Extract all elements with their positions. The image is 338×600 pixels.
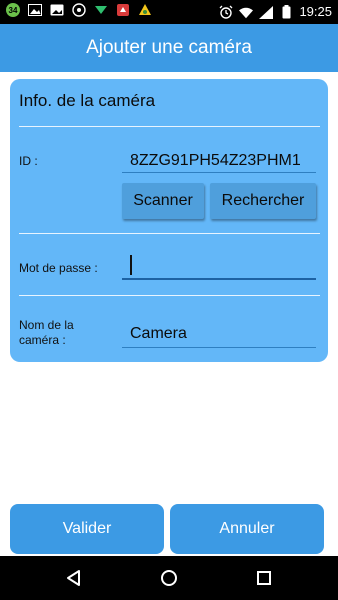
page-title: Ajouter une caméra xyxy=(86,37,252,58)
divider xyxy=(19,126,320,127)
notification-count-badge: 34 xyxy=(6,3,20,17)
app-icon-red xyxy=(116,3,130,17)
app-bar: Ajouter une caméra xyxy=(0,24,338,72)
navigation-bar xyxy=(0,556,338,600)
id-label: ID : xyxy=(19,154,38,168)
scan-button[interactable]: Scanner xyxy=(122,183,204,219)
camera-info-panel: Info. de la caméra ID : 8ZZG91PH54Z23PHM… xyxy=(10,79,328,362)
cancel-button[interactable]: Annuler xyxy=(170,504,324,554)
camera-name-field[interactable]: Camera xyxy=(122,322,316,348)
password-field[interactable] xyxy=(122,250,316,280)
password-label: Mot de passe : xyxy=(19,261,98,275)
search-button[interactable]: Rechercher xyxy=(210,183,316,219)
signal-icon xyxy=(259,5,274,19)
battery-icon xyxy=(279,5,293,19)
picture-icon xyxy=(28,3,42,17)
status-bar-notifications: 34 xyxy=(6,3,152,17)
notification-count: 34 xyxy=(6,3,20,17)
clock-time: 19:25 xyxy=(299,4,332,19)
validate-button[interactable]: Valider xyxy=(10,504,164,554)
status-bar: 34 19:25 xyxy=(0,0,338,24)
recent-apps-icon[interactable] xyxy=(254,568,274,588)
chat-icon xyxy=(72,3,86,17)
id-field[interactable]: 8ZZG91PH54Z23PHM1 xyxy=(122,151,316,173)
alarm-icon xyxy=(219,5,233,19)
image-icon xyxy=(50,3,64,17)
app-icon-yellow xyxy=(138,3,152,17)
camera-name-label-line2: caméra : xyxy=(19,333,66,347)
text-cursor xyxy=(130,255,132,275)
camera-name-label-line1: Nom de la xyxy=(19,318,74,332)
status-bar-system: 19:25 xyxy=(219,3,332,21)
home-icon[interactable] xyxy=(159,568,179,588)
section-title: Info. de la caméra xyxy=(19,91,156,110)
download-arrow-icon xyxy=(94,3,108,17)
divider xyxy=(19,295,320,296)
wifi-icon xyxy=(239,5,254,19)
divider xyxy=(19,233,320,234)
back-icon[interactable] xyxy=(64,568,84,588)
camera-name-label: Nom de la caméra : xyxy=(19,318,74,348)
